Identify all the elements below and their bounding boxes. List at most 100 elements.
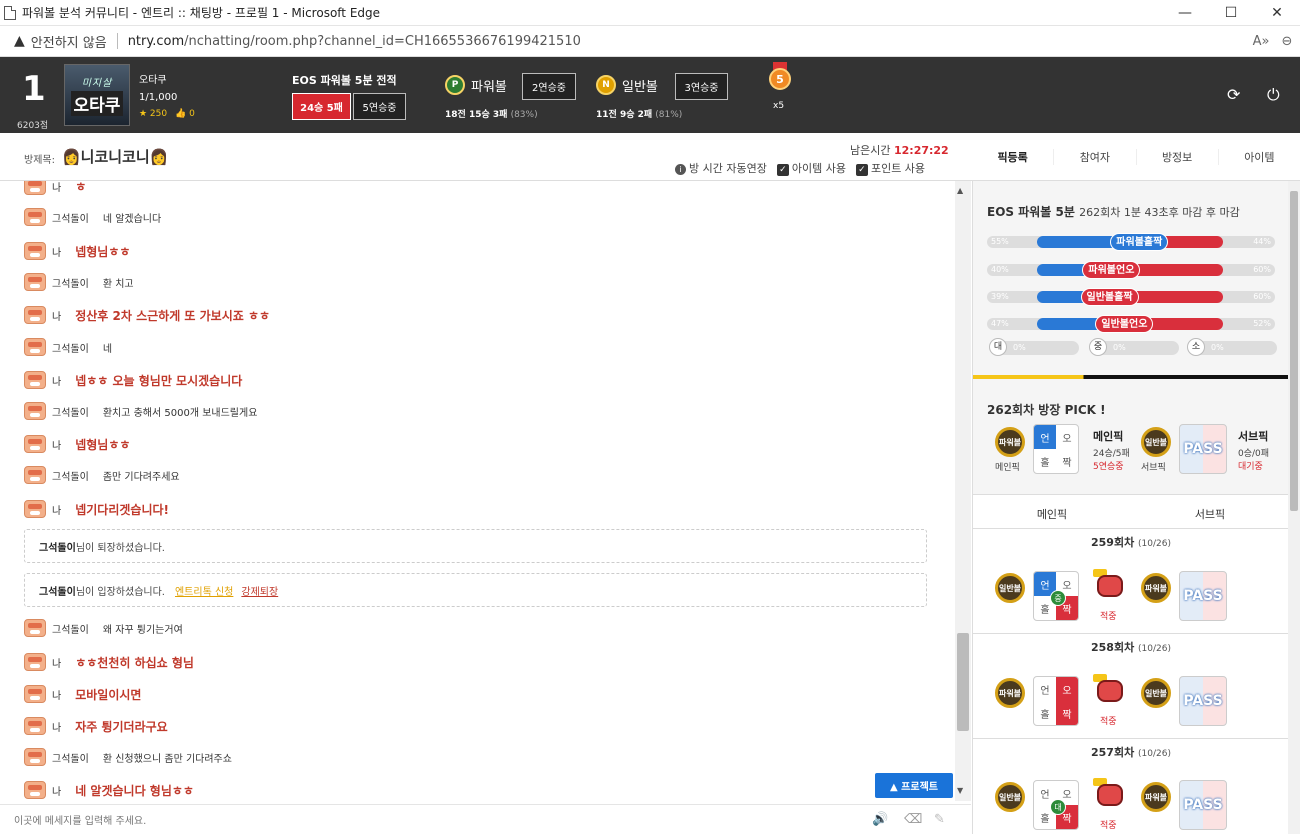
- tab-pick-register[interactable]: 픽등록: [972, 149, 1055, 165]
- chat-message: 그석돌이 네: [24, 338, 112, 356]
- mini-bar-small[interactable]: 소 0%: [1187, 338, 1277, 356]
- powerball-streak-badge: 2연승중: [522, 73, 576, 100]
- use-point-checkbox[interactable]: ✓ 포인트 사용: [855, 160, 925, 176]
- history-tab-sub[interactable]: 서브픽: [1131, 506, 1289, 522]
- protect-button[interactable]: ▲ 프로젝트: [875, 773, 953, 798]
- user-icon: [24, 273, 46, 291]
- chat-area[interactable]: 나ㅎ 그석돌이 네 알겠습니다 나 넵형님ㅎㅎ 그석돌이 환 치고 나 정산후 2차 스…: [0, 181, 955, 801]
- power-icon[interactable]: ⏻: [1267, 85, 1280, 105]
- read-aloud-icon[interactable]: A»: [1248, 34, 1274, 49]
- close-button[interactable]: ✕: [1254, 0, 1300, 26]
- devil-icon: [1093, 778, 1127, 808]
- main-ball-label: 메인픽: [995, 463, 1020, 473]
- insecure-label[interactable]: 안전하지 않음: [31, 32, 107, 51]
- tab-participants[interactable]: 참여자: [1054, 149, 1137, 165]
- vote-left-pct: 47%: [991, 319, 1009, 328]
- chat-message: 나 넵기다리겟습니다!: [24, 500, 169, 518]
- tab-room-info[interactable]: 방정보: [1137, 149, 1219, 165]
- sys-text: 님이 입장하셨습니다.: [75, 586, 165, 598]
- mini-pct: 0%: [1013, 343, 1026, 352]
- chat-message: 그석돌이 좀만 기다려주세요: [24, 466, 180, 484]
- vote-bar-label: 일반볼홀짝: [1080, 288, 1139, 306]
- main-pick-title: 메인픽: [1093, 430, 1124, 443]
- zoom-icon[interactable]: ⊖: [1274, 34, 1300, 49]
- message-text: 네: [102, 343, 113, 355]
- message-input-bar: 🔊 ⌫ ✎: [0, 804, 971, 834]
- warning-icon[interactable]: ▲: [14, 33, 25, 49]
- main-pick-grid: 언 오 홀 짝: [1033, 424, 1079, 474]
- scroll-down-arrow-icon[interactable]: ▼: [957, 786, 963, 795]
- tab-items[interactable]: 아이템: [1219, 149, 1300, 165]
- history-tab-main[interactable]: 메인픽: [973, 506, 1131, 522]
- minimize-button[interactable]: —: [1162, 0, 1208, 26]
- pick-cell-even: 짝: [1056, 701, 1078, 725]
- panel-scrollbar[interactable]: [1288, 181, 1300, 834]
- entry-talk-request-link[interactable]: 엔트리톡 신청: [175, 583, 233, 598]
- normalball-summary: N 일반볼: [596, 75, 658, 95]
- star-count: ★ 250: [139, 109, 168, 119]
- address-bar[interactable]: ▲ 안전하지 않음 ntry.com/nchatting/room.php?ch…: [0, 26, 1300, 57]
- message-author: 그석돌이: [52, 471, 89, 483]
- eraser-icon[interactable]: ⌫: [904, 812, 922, 827]
- devil-face: [1097, 680, 1123, 702]
- magic-wand-icon[interactable]: ✎: [934, 812, 945, 827]
- game-name: EOS 파워볼 5분: [987, 205, 1075, 219]
- message-author: 나: [52, 247, 62, 259]
- message-author: 그석돌이: [52, 407, 89, 419]
- auto-extend-option[interactable]: i방 시간 자동연장: [675, 160, 767, 176]
- mini-bar-large[interactable]: 대 0%: [989, 338, 1079, 356]
- round-ball-icon: 파워볼: [995, 678, 1025, 708]
- normalball-label: 일반볼: [622, 79, 658, 95]
- rank-score: 6203점: [17, 121, 49, 131]
- vote-bar-normalball-underover[interactable]: 47% 52% 일반볼언오: [987, 315, 1275, 333]
- speaker-icon[interactable]: 🔊: [872, 812, 888, 827]
- message-text: 환 신청했으니 좀만 기다려주쇼: [102, 753, 232, 765]
- round-hit-label: 적중: [1100, 821, 1117, 831]
- timer-label: 남은시간: [850, 144, 891, 157]
- refresh-icon[interactable]: ⟳: [1227, 85, 1240, 104]
- powerball-summary: P 파워볼: [445, 75, 507, 95]
- chat-message: 그석돌이 왜 자꾸 튕기는거여: [24, 619, 183, 637]
- avatar-bottom-text: 오타쿠: [70, 91, 124, 116]
- round-divider: [973, 633, 1289, 634]
- checkbox-icon: ✓: [776, 164, 789, 176]
- maximize-button[interactable]: ☐: [1208, 0, 1254, 26]
- room-options: i방 시간 자동연장 ✓ 아이템 사용 ✓ 포인트 사용: [675, 160, 925, 176]
- sub-ball-label: 서브픽: [1141, 463, 1166, 473]
- system-message-enter: 그석돌이 님이 입장하셨습니다. 엔트리톡 신청 강제퇴장: [24, 573, 927, 607]
- chat-message: 나 ㅎㅎ천천히 하십쇼 형님: [24, 653, 194, 671]
- avatar-top-text: 미지살: [81, 78, 113, 89]
- use-item-label: 아이템 사용: [791, 162, 846, 175]
- normalball-icon: N: [596, 75, 616, 95]
- message-text: ㅎㅎ천천히 하십쇼 형님: [75, 655, 194, 670]
- eos-record-badge: 24승 5패: [292, 93, 351, 120]
- url-text[interactable]: ntry.com/nchatting/room.php?channel_id=C…: [128, 34, 1248, 49]
- round-header: 257회차 (10/26): [973, 741, 1289, 765]
- user-icon: [24, 435, 46, 453]
- vote-bar-powerball-oddeven[interactable]: 55% 44% 파워볼홀짝: [987, 233, 1275, 251]
- chat-scrollbar-thumb[interactable]: [957, 633, 969, 731]
- panel-scrollbar-thumb[interactable]: [1290, 191, 1298, 511]
- use-item-checkbox[interactable]: ✓ 아이템 사용: [776, 160, 846, 176]
- game-title: EOS 파워볼 5분 262회차 1분 43초후 마감 후 마감: [987, 203, 1240, 220]
- avatar[interactable]: 미지살 오타쿠: [64, 64, 130, 126]
- chat-message: 나 넵ㅎㅎ 오늘 형님만 모시겠습니다: [24, 371, 242, 389]
- user-icon: [24, 208, 46, 226]
- vote-bar-powerball-underover[interactable]: 40% 60% 파워볼언오: [987, 261, 1275, 279]
- scroll-up-arrow-icon[interactable]: ▲: [957, 186, 963, 195]
- size-medium-icon: 중: [1089, 338, 1107, 356]
- devil-icon: [1093, 674, 1127, 704]
- normalball-record: 11전 9승 2패 (81%): [596, 107, 682, 120]
- message-text: 네 알겟습니다 형님ㅎㅎ: [75, 783, 194, 798]
- vote-bar-normalball-oddeven[interactable]: 39% 60% 일반볼홀짝: [987, 288, 1275, 306]
- message-input[interactable]: [14, 811, 834, 831]
- message-text: 환 치고: [102, 278, 134, 290]
- user-icon: [24, 500, 46, 518]
- mini-bar-medium[interactable]: 중 0%: [1089, 338, 1179, 356]
- chat-message: 나 넵형님ㅎㅎ: [24, 242, 130, 260]
- message-text: 넵형님ㅎㅎ: [75, 437, 131, 452]
- address-separator: [116, 33, 118, 49]
- round-ball-icon: 일반볼: [995, 782, 1025, 812]
- page-icon: [4, 5, 16, 20]
- force-kick-link[interactable]: 강제퇴장: [241, 583, 278, 598]
